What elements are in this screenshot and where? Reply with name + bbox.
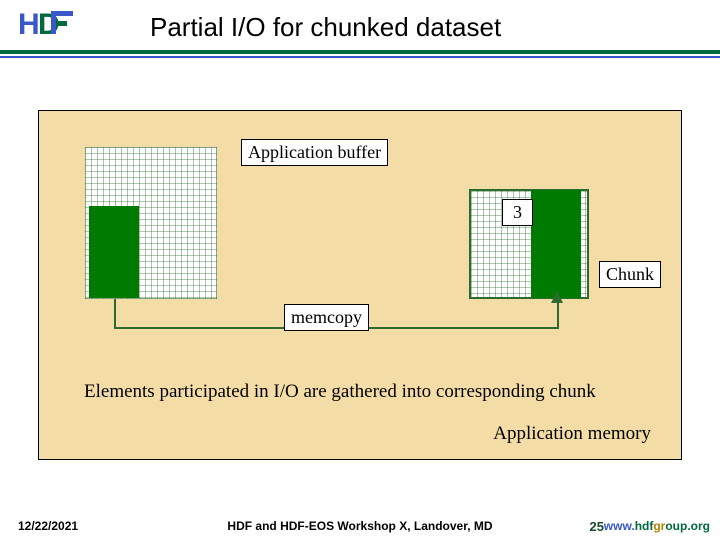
header-rule-green xyxy=(0,50,720,54)
selected-elements-right xyxy=(531,190,581,298)
svg-text:H: H xyxy=(18,8,40,41)
footer-date: 12/22/2021 xyxy=(18,519,78,533)
slide-footer: 12/22/2021 HDF and HDF-EOS Workshop X, L… xyxy=(0,512,720,540)
chunk-number-label: 3 xyxy=(502,199,533,226)
chunk-label: Chunk xyxy=(599,261,661,288)
diagram-frame: Application buffer 3 Chunk memcopy Eleme… xyxy=(38,110,682,460)
slide-title: Partial I/O for chunked dataset xyxy=(150,12,501,43)
application-buffer-label: Application buffer xyxy=(241,139,388,166)
diagram-caption: Elements participated in I/O are gathere… xyxy=(84,381,596,403)
footer-url: www.hdfgroup.org xyxy=(604,519,710,533)
header-rule-blue xyxy=(0,56,720,58)
footer-venue: HDF and HDF-EOS Workshop X, Landover, MD xyxy=(227,519,492,533)
selected-elements-left xyxy=(89,206,139,298)
application-memory-label: Application memory xyxy=(493,423,651,445)
hdf-logo: H D xyxy=(18,4,78,44)
footer-page-number: 25 xyxy=(590,519,604,534)
memcopy-label: memcopy xyxy=(284,304,369,331)
arrowhead-icon xyxy=(551,291,563,303)
